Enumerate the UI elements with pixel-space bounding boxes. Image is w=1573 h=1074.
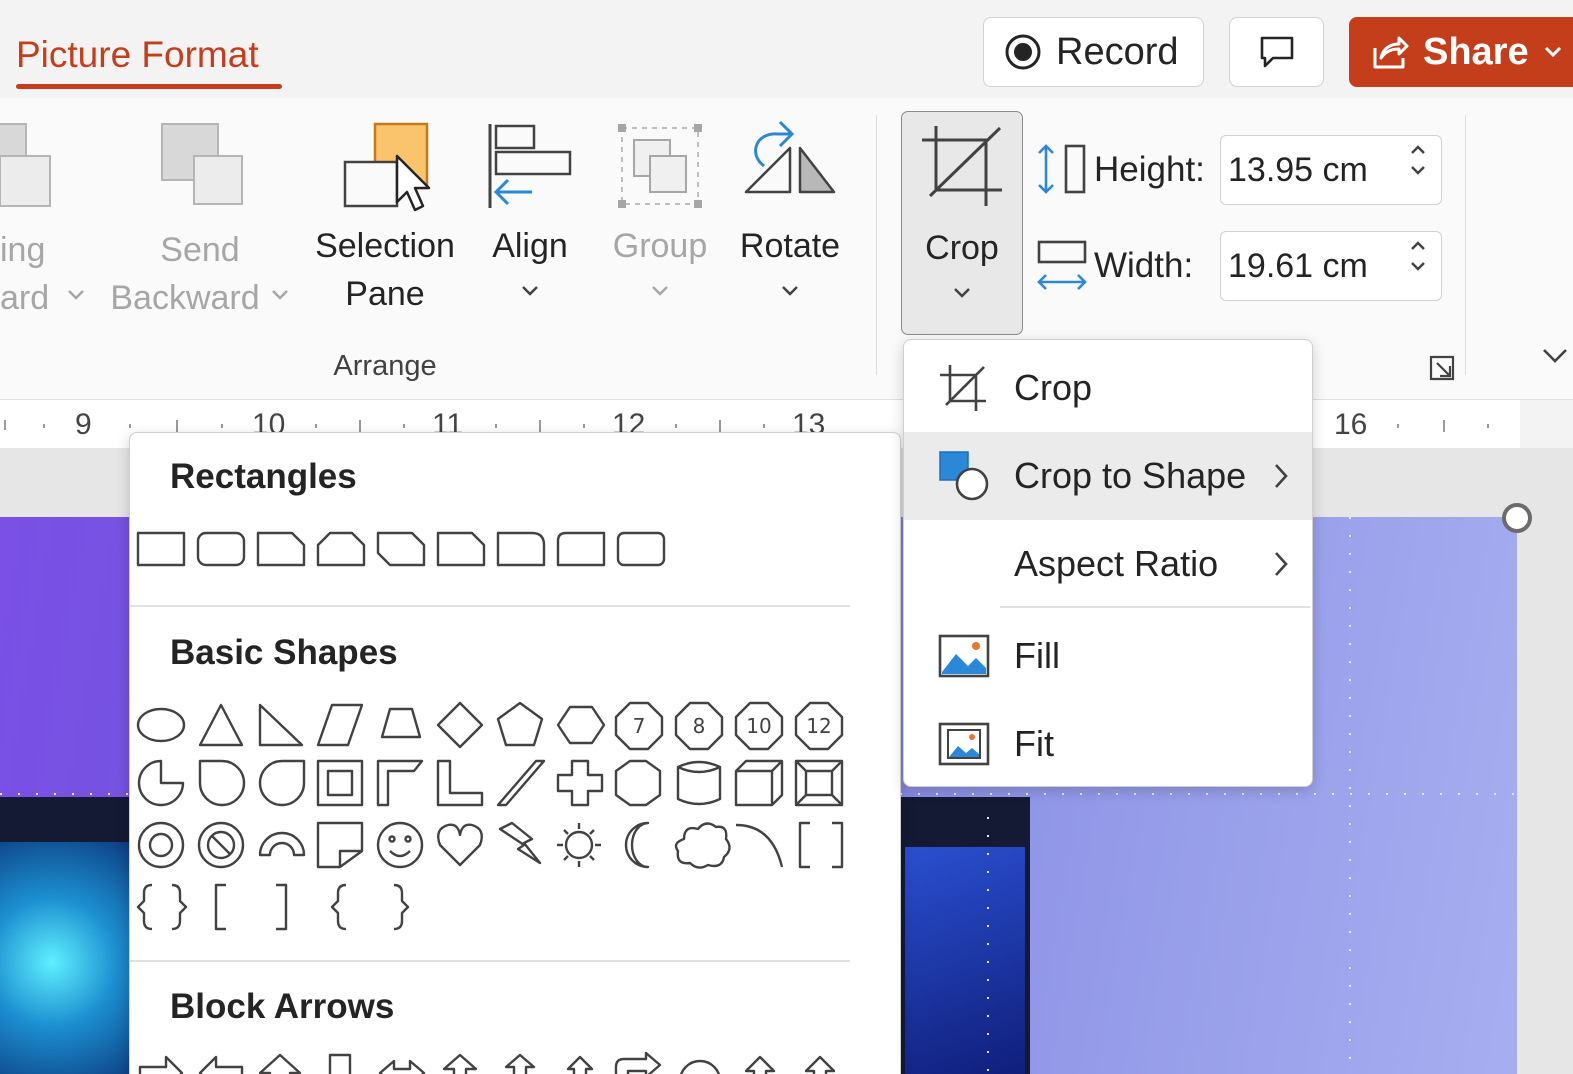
bring-forward-icon (0, 123, 51, 207)
octagon-label-8: 8 (693, 714, 706, 738)
group-button[interactable] (610, 118, 710, 218)
share-icon (1373, 36, 1409, 69)
menu-item-label: Fit (1014, 723, 1054, 764)
bring-forward-label-2: ard (0, 279, 50, 317)
crop-label: Crop (925, 229, 999, 267)
submenu-arrow-icon (1275, 552, 1288, 576)
align-label: Align (492, 227, 568, 265)
rotate-icon (744, 120, 836, 194)
selection-pane-label-1: Selection (315, 227, 455, 265)
group-label: Group (612, 227, 708, 265)
spin-down-icon[interactable] (1409, 260, 1427, 272)
gallery-separator (130, 960, 850, 962)
gallery-separator (130, 605, 850, 607)
crop-icon (922, 126, 1002, 206)
width-icon (1037, 240, 1087, 290)
chevron-down-icon (272, 290, 288, 300)
comments-button[interactable] (1229, 17, 1324, 87)
tab-picture-format[interactable]: Picture Format (16, 34, 259, 76)
dialog-launcher-icon[interactable] (1428, 354, 1456, 382)
selection-pane-label-2: Pane (345, 275, 425, 313)
align-button[interactable] (480, 118, 580, 218)
menu-item-label: Crop (1014, 367, 1093, 408)
group-icon (618, 124, 702, 208)
chevron-down-icon (1544, 46, 1561, 58)
record-icon (1005, 34, 1041, 70)
submenu-arrow-icon (1275, 464, 1288, 488)
ruler-number: 16 (1334, 408, 1368, 441)
menu-item-fill[interactable]: Fill (904, 612, 1312, 700)
crop-to-shape-gallery: Rectangles Basic Shapes 7 8 10 12 Block … (129, 432, 901, 1074)
chevron-down-icon (68, 290, 84, 300)
crop-button[interactable]: Crop (901, 111, 1023, 335)
octagon-label-7: 7 (633, 714, 646, 738)
height-icon (1038, 144, 1086, 194)
menu-item-label: Aspect Ratio (1014, 543, 1219, 584)
menu-separator (1000, 606, 1310, 608)
send-backward-button[interactable] (150, 118, 260, 218)
menu-item-aspect-ratio[interactable]: Aspect Ratio (904, 520, 1312, 608)
crop-dropdown-menu: Crop Crop to Shape Aspect Ratio Fill Fit (903, 339, 1313, 787)
chevron-down-icon (782, 286, 798, 296)
arrange-group-label: Arrange (333, 350, 437, 382)
section-basic-shapes: Basic Shapes (170, 633, 398, 672)
bring-forward-button[interactable] (0, 118, 80, 218)
selection-pane-button[interactable] (335, 118, 445, 218)
section-rectangles: Rectangles (170, 457, 357, 496)
menu-item-crop[interactable]: Crop (904, 344, 1312, 432)
crop-to-shape-icon (939, 451, 989, 501)
width-label: Width: (1094, 246, 1194, 285)
chevron-down-icon (652, 286, 668, 296)
bring-forward-label-1: ing (0, 231, 46, 269)
crop-icon (940, 365, 986, 411)
menu-item-label: Fill (1014, 635, 1060, 676)
fit-icon (938, 722, 990, 766)
menu-item-label: Crop to Shape (1014, 455, 1247, 496)
share-button[interactable]: Share (1349, 17, 1573, 87)
octagon-label-12: 12 (806, 714, 831, 738)
height-value: 13.95 cm (1228, 150, 1368, 189)
send-backward-label-1: Send (160, 231, 240, 269)
ruler-number: 9 (75, 408, 92, 441)
basic-shapes-grid[interactable]: 7 8 10 12 (136, 701, 856, 933)
align-icon (488, 124, 572, 208)
height-input[interactable]: 13.95 cm (1220, 135, 1442, 205)
share-label: Share (1423, 30, 1529, 73)
width-input[interactable]: 19.61 cm (1220, 231, 1442, 301)
record-label: Record (1056, 30, 1179, 73)
chevron-down-icon (954, 288, 970, 298)
send-backward-icon (161, 123, 243, 205)
group-separator (876, 115, 877, 375)
block-arrows-row[interactable] (136, 1051, 856, 1074)
fill-icon (938, 634, 990, 678)
group-separator (1465, 115, 1466, 375)
rotate-button[interactable] (738, 118, 838, 218)
record-button[interactable]: Record (983, 17, 1204, 87)
height-label: Height: (1094, 150, 1205, 189)
comment-icon (1260, 36, 1293, 68)
spin-up-icon[interactable] (1409, 240, 1427, 252)
send-backward-label-2: Backward (110, 279, 260, 317)
width-value: 19.61 cm (1228, 246, 1368, 285)
rectangle-shapes-row[interactable] (136, 529, 676, 569)
chevron-down-icon (522, 286, 538, 296)
selection-pane-icon (343, 122, 431, 212)
resize-handle[interactable] (1502, 503, 1532, 533)
spin-up-icon[interactable] (1409, 144, 1427, 156)
rotate-label: Rotate (739, 227, 841, 265)
active-tab-indicator (16, 84, 282, 89)
spin-down-icon[interactable] (1409, 164, 1427, 176)
menu-item-fit[interactable]: Fit (904, 700, 1312, 788)
ribbon-expand-chevron-icon[interactable] (1540, 346, 1570, 366)
octagon-label-10: 10 (746, 714, 771, 738)
menu-item-crop-to-shape[interactable]: Crop to Shape (904, 432, 1312, 520)
section-block-arrows: Block Arrows (170, 987, 395, 1026)
